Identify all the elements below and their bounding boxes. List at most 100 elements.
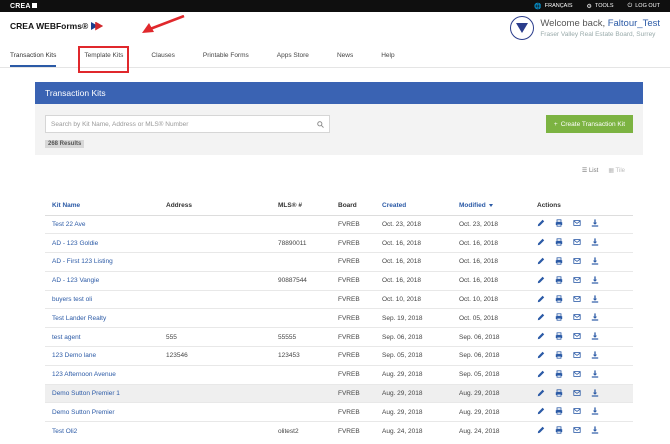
list-view-button[interactable]: ☰ List [582, 167, 598, 174]
download-icon[interactable] [591, 238, 599, 248]
edit-icon[interactable] [537, 257, 545, 267]
email-icon[interactable] [573, 276, 581, 286]
print-icon[interactable] [555, 407, 563, 417]
download-icon[interactable] [591, 257, 599, 267]
tab-help[interactable]: Help [381, 52, 394, 67]
edit-icon[interactable] [537, 351, 545, 361]
tab-transaction-kits[interactable]: Transaction Kits [10, 52, 57, 67]
table-row[interactable]: AD - 123 Goldie 78890011 FVREB Oct. 16, 201… [45, 233, 633, 253]
tools-link[interactable]: ⚙ TOOLS [587, 3, 614, 10]
email-icon[interactable] [573, 238, 581, 248]
kit-name-cell[interactable]: AD - 123 Goldie [45, 233, 159, 253]
kit-name-cell[interactable]: 123 Afternoon Avenue [45, 364, 159, 385]
modified-cell: Oct. 23, 2018 [452, 214, 530, 234]
print-icon[interactable] [555, 332, 563, 342]
download-icon[interactable] [591, 332, 599, 342]
tab-printable-forms[interactable]: Printable Forms [203, 52, 249, 67]
search-input[interactable]: Search by Kit Name, Address or MLS® Numb… [45, 115, 330, 133]
download-icon[interactable] [591, 313, 599, 323]
download-icon[interactable] [591, 407, 599, 417]
webforms-logo[interactable]: CREA WEBForms® [10, 21, 104, 31]
kit-name-cell[interactable]: AD - 123 Vangie [45, 270, 159, 291]
email-icon[interactable] [573, 332, 581, 342]
tab-template-kits[interactable]: Template Kits [78, 46, 130, 73]
language-link[interactable]: 🌐 FRANÇAIS [534, 3, 572, 10]
print-icon[interactable] [555, 238, 563, 248]
table-row[interactable]: 123 Demo lane 123546 123453 FVREB Sep. 05, 2… [45, 346, 633, 366]
header: CREA WEBForms® Welcome back, Faltour_Tes… [0, 12, 670, 44]
kit-name-cell[interactable]: Test 22 Ave [45, 214, 159, 234]
edit-icon[interactable] [537, 313, 545, 323]
print-icon[interactable] [555, 426, 563, 436]
search-icon[interactable] [317, 120, 324, 128]
kit-name-cell[interactable]: buyers test oli [45, 289, 159, 309]
table-row[interactable]: AD - 123 Vangie 90887544 FVREB Oct. 16, 201… [45, 270, 633, 291]
welcome-text: Welcome back, Faltour_Test [540, 18, 660, 29]
email-icon[interactable] [573, 389, 581, 399]
edit-icon[interactable] [537, 407, 545, 417]
table-row[interactable]: test agent 555 55555 FVREB Sep. 06, 2018 Sep.… [45, 327, 633, 347]
print-icon[interactable] [555, 257, 563, 267]
table-row[interactable]: AD - First 123 Listing FVREB Oct. 16, 2018… [45, 252, 633, 272]
print-icon[interactable] [555, 219, 563, 229]
tab-apps-store[interactable]: Apps Store [277, 52, 309, 67]
email-icon[interactable] [573, 351, 581, 361]
email-icon[interactable] [573, 370, 581, 380]
table-row[interactable]: Test 22 Ave FVREB Oct. 23, 2018 Oct. 23, 20… [45, 214, 633, 234]
col-created[interactable]: Created [375, 197, 452, 216]
download-icon[interactable] [591, 294, 599, 305]
email-icon[interactable] [573, 257, 581, 267]
print-icon[interactable] [555, 388, 563, 399]
logout-link[interactable]: ⏻ LOG OUT [627, 3, 660, 10]
download-icon[interactable] [591, 219, 599, 229]
kit-name-cell[interactable]: Test Oli2 [45, 421, 159, 441]
download-icon[interactable] [591, 370, 599, 380]
edit-icon[interactable] [537, 370, 545, 380]
edit-icon[interactable] [537, 295, 545, 305]
download-icon[interactable] [591, 426, 599, 436]
print-icon[interactable] [555, 370, 563, 380]
table-row[interactable]: Test Lander Realty FVREB Sep. 19, 2018 Oct.… [45, 308, 633, 328]
kit-name-cell[interactable]: Demo Sutton Premier 1 [45, 383, 159, 403]
table-row[interactable]: 123 Afternoon Avenue FVREB Aug. 29, 2018 Se… [45, 364, 633, 385]
col-kit-name[interactable]: Kit Name [45, 197, 159, 216]
board-cell: FVREB [331, 289, 375, 309]
print-icon[interactable] [555, 313, 563, 323]
tile-view-button[interactable]: ▦ Tile [608, 167, 625, 174]
username-link[interactable]: Faltour_Test [608, 18, 660, 29]
edit-icon[interactable] [537, 276, 545, 286]
board-name: Fraser Valley Real Estate Board, Surrey [540, 31, 656, 38]
search-placeholder: Search by Kit Name, Address or MLS® Numb… [51, 120, 189, 128]
print-icon[interactable] [555, 276, 563, 286]
kit-name-cell[interactable]: 123 Demo lane [45, 346, 159, 366]
email-icon[interactable] [573, 426, 581, 436]
table-row[interactable]: buyers test oli FVREB Oct. 10, 2018 Oct. 10… [45, 289, 633, 309]
edit-icon[interactable] [537, 332, 545, 342]
tab-news[interactable]: News [337, 52, 353, 67]
table-row[interactable]: Test Oli2 olitest2 FVREB Aug. 24, 2018 Aug. … [45, 421, 633, 441]
create-transaction-kit-button[interactable]: + Create Transaction Kit [545, 115, 633, 133]
download-icon[interactable] [591, 351, 599, 361]
edit-icon[interactable] [537, 219, 545, 229]
download-icon[interactable] [591, 276, 599, 286]
email-icon[interactable] [573, 313, 581, 323]
edit-icon[interactable] [537, 238, 545, 248]
print-icon[interactable] [555, 294, 563, 305]
kit-name-cell[interactable]: Demo Sutton Premier [45, 402, 159, 422]
kit-name-cell[interactable]: test agent [45, 327, 159, 347]
crea-logo[interactable]: CREA [10, 3, 37, 10]
edit-icon[interactable] [537, 426, 545, 436]
download-icon[interactable] [591, 388, 599, 399]
email-icon[interactable] [573, 407, 581, 417]
print-icon[interactable] [555, 351, 563, 361]
email-icon[interactable] [573, 219, 581, 229]
table-row[interactable]: Demo Sutton Premier FVREB Aug. 29, 2018 Aug… [45, 402, 633, 422]
col-modified[interactable]: Modified [452, 197, 530, 216]
edit-icon[interactable] [537, 389, 545, 399]
email-icon[interactable] [573, 295, 581, 305]
kit-name-cell[interactable]: Test Lander Realty [45, 308, 159, 328]
modified-cell: Oct. 16, 2018 [452, 270, 530, 291]
kit-name-cell[interactable]: AD - First 123 Listing [45, 252, 159, 272]
tab-clauses[interactable]: Clauses [151, 52, 174, 67]
table-row[interactable]: Demo Sutton Premier 1 FVREB Aug. 29, 2018 A… [45, 383, 633, 403]
